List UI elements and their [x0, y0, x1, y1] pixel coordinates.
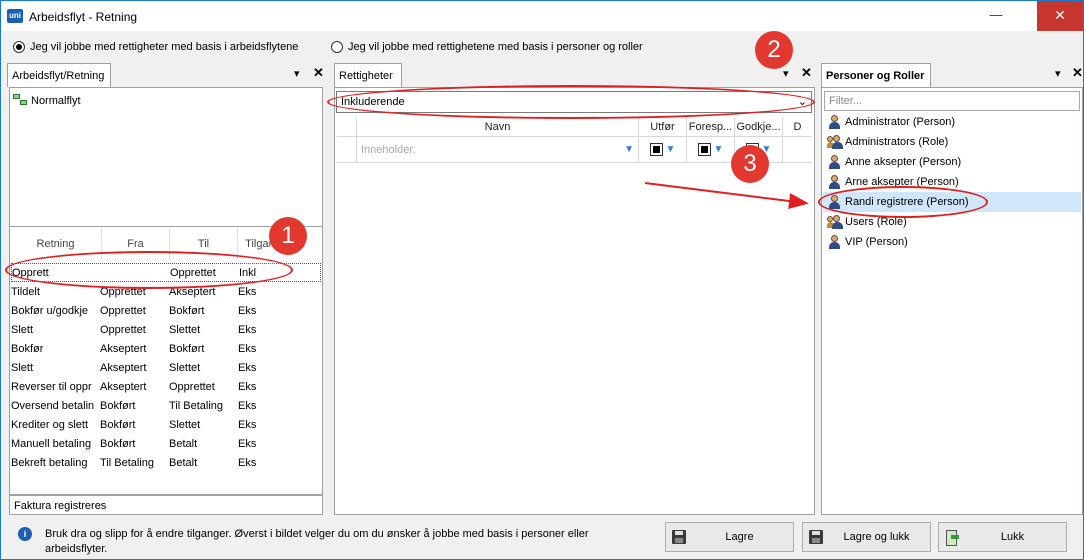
arrow-line [644, 182, 809, 209]
annotation-drag-arrow [644, 182, 809, 209]
app-window: uni Arbeidsflyt - Retning — ✕ Jeg vil jo… [0, 0, 1084, 560]
